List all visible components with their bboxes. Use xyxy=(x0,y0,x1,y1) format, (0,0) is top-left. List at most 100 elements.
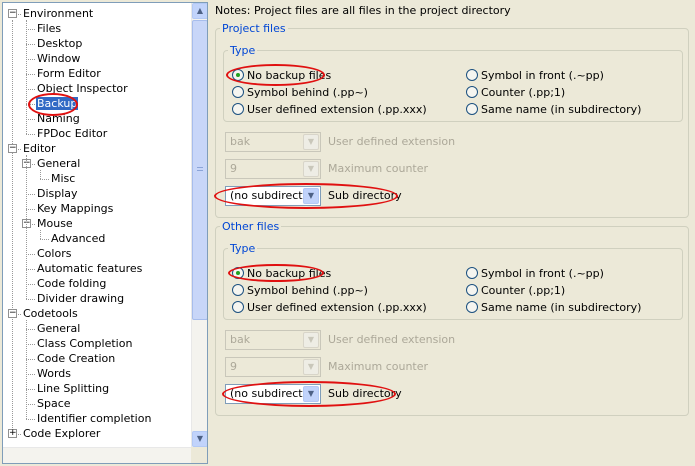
tree-item[interactable]: Environment xyxy=(22,6,94,21)
other-files-title: Other files xyxy=(222,220,280,233)
tree-item-label: Naming xyxy=(37,112,80,125)
collapse-minus-icon[interactable]: − xyxy=(8,309,17,318)
tree-item[interactable]: Class Completion xyxy=(36,336,133,351)
collapse-minus-icon[interactable]: − xyxy=(8,9,17,18)
tree-item[interactable]: Naming xyxy=(36,111,81,126)
chevron-down-icon[interactable]: ▼ xyxy=(303,332,319,348)
project-radio-symbol-front[interactable]: Symbol in front (.~pp) xyxy=(466,69,604,83)
tree-item[interactable]: Code folding xyxy=(36,276,107,291)
project-counter-combo[interactable]: 9 ▼ xyxy=(225,159,321,179)
tree-item[interactable]: Code Creation xyxy=(36,351,116,366)
tree-connector xyxy=(40,179,49,180)
project-extension-combo[interactable]: bak ▼ xyxy=(225,132,321,152)
scroll-up-arrow-icon[interactable]: ▲ xyxy=(192,3,207,19)
project-radio-counter[interactable]: Counter (.pp;1) xyxy=(466,86,565,100)
expand-plus-icon[interactable]: + xyxy=(8,429,17,438)
other-radio-symbol-front[interactable]: Symbol in front (.~pp) xyxy=(466,267,604,281)
tree-vertical-scrollbar[interactable]: ▲ ▼ xyxy=(191,3,207,447)
other-radio-counter[interactable]: Counter (.pp;1) xyxy=(466,284,565,298)
options-tree[interactable]: Environment − Files Desktop Window Form Edito… xyxy=(2,2,208,464)
tree-item[interactable]: Backup xyxy=(36,96,79,111)
tree-item[interactable]: Space xyxy=(36,396,72,411)
radio-circle[interactable] xyxy=(232,267,244,279)
tree-item-label: Window xyxy=(37,52,81,65)
radio-circle[interactable] xyxy=(232,103,244,115)
tree-connector xyxy=(26,155,27,299)
tree-item[interactable]: Mouse xyxy=(36,216,74,231)
tree-item-label: Automatic features xyxy=(37,262,143,275)
tree-connector xyxy=(26,419,35,420)
tree-item[interactable]: Misc xyxy=(50,171,76,186)
tree-connector xyxy=(26,119,35,120)
chevron-down-icon[interactable]: ▼ xyxy=(303,188,319,204)
other-subdirectory-label: Sub directory xyxy=(328,387,402,400)
tree-item-label: Key Mappings xyxy=(37,202,114,215)
radio-circle[interactable] xyxy=(466,284,478,296)
tree-item-label: Colors xyxy=(37,247,72,260)
other-extension-combo[interactable]: bak ▼ xyxy=(225,330,321,350)
tree-item[interactable]: Codetools xyxy=(22,306,79,321)
tree-item[interactable]: Form Editor xyxy=(36,66,102,81)
tree-item[interactable]: Window xyxy=(36,51,81,66)
project-subdirectory-combo[interactable]: (no subdirector ▼ xyxy=(225,186,321,206)
tree-item[interactable]: Colors xyxy=(36,246,72,261)
tree-item-label: Line Splitting xyxy=(37,382,110,395)
project-radio-same-name[interactable]: Same name (in subdirectory) xyxy=(466,103,641,117)
chevron-down-icon[interactable]: ▼ xyxy=(303,134,319,150)
tree-item[interactable]: Divider drawing xyxy=(36,291,125,306)
radio-circle[interactable] xyxy=(232,69,244,81)
tree-item-label: Class Completion xyxy=(37,337,133,350)
tree-item[interactable]: Code Explorer xyxy=(22,426,101,441)
radio-circle[interactable] xyxy=(232,86,244,98)
tree-connector xyxy=(26,344,35,345)
other-radio-user-extension[interactable]: User defined extension (.pp.xxx) xyxy=(232,301,427,315)
chevron-down-icon[interactable]: ▼ xyxy=(303,161,319,177)
tree-item[interactable]: Identifier completion xyxy=(36,411,152,426)
tree-connector xyxy=(40,170,41,179)
tree-item-label: Files xyxy=(37,22,62,35)
project-radio-no-backup[interactable]: No backup files xyxy=(232,69,331,83)
tree-item[interactable]: FPDoc Editor xyxy=(36,126,108,141)
tree-item-label: Divider drawing xyxy=(37,292,125,305)
tree-item[interactable]: General xyxy=(36,321,81,336)
tree-item[interactable]: Editor xyxy=(22,141,57,156)
other-counter-combo[interactable]: 9 ▼ xyxy=(225,357,321,377)
tree-connector xyxy=(26,209,35,210)
other-radio-symbol-behind[interactable]: Symbol behind (.pp~) xyxy=(232,284,368,298)
tree-item-label: General xyxy=(37,322,81,335)
tree-item-label: Form Editor xyxy=(37,67,101,80)
tree-item[interactable]: Words xyxy=(36,366,72,381)
chevron-down-icon[interactable]: ▼ xyxy=(303,386,319,402)
tree-item[interactable]: Object Inspector xyxy=(36,81,129,96)
radio-circle[interactable] xyxy=(466,69,478,81)
radio-circle[interactable] xyxy=(466,301,478,313)
tree-horizontal-scrollbar[interactable] xyxy=(3,447,191,463)
other-radio-same-name[interactable]: Same name (in subdirectory) xyxy=(466,301,641,315)
tree-item-label: Desktop xyxy=(37,37,83,50)
other-radio-no-backup[interactable]: No backup files xyxy=(232,267,331,281)
radio-circle[interactable] xyxy=(232,284,244,296)
radio-circle[interactable] xyxy=(232,301,244,313)
tree-item[interactable]: Files xyxy=(36,21,62,36)
radio-circle[interactable] xyxy=(466,86,478,98)
tree-item[interactable]: Display xyxy=(36,186,79,201)
collapse-minus-icon[interactable]: − xyxy=(8,144,17,153)
tree-connector xyxy=(40,239,49,240)
tree-item[interactable]: Key Mappings xyxy=(36,201,114,216)
tree-item[interactable]: Advanced xyxy=(50,231,106,246)
project-radio-user-extension[interactable]: User defined extension (.pp.xxx) xyxy=(232,103,427,117)
tree-item-label: Words xyxy=(37,367,72,380)
tree-item[interactable]: Line Splitting xyxy=(36,381,110,396)
tree-item[interactable]: General xyxy=(36,156,81,171)
chevron-down-icon[interactable]: ▼ xyxy=(303,359,319,375)
scrollbar-thumb[interactable] xyxy=(192,20,207,320)
tree-item[interactable]: Automatic features xyxy=(36,261,143,276)
scroll-down-arrow-icon[interactable]: ▼ xyxy=(192,431,207,447)
radio-circle[interactable] xyxy=(466,103,478,115)
tree-item[interactable]: Desktop xyxy=(36,36,83,51)
radio-circle[interactable] xyxy=(466,267,478,279)
project-radio-symbol-behind[interactable]: Symbol behind (.pp~) xyxy=(232,86,368,100)
tree-item-label: Editor xyxy=(23,142,56,155)
other-subdirectory-combo[interactable]: (no subdirector ▼ xyxy=(225,384,321,404)
tree-connector xyxy=(26,74,35,75)
